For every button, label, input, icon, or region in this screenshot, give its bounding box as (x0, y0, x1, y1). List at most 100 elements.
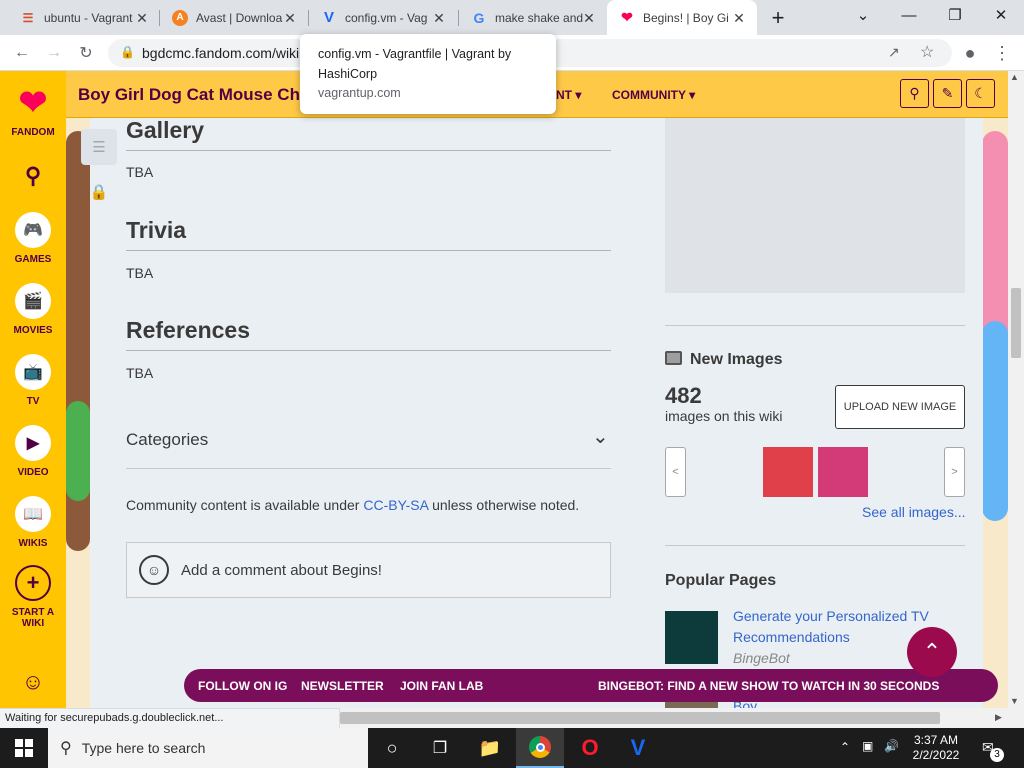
see-all-images-link[interactable]: See all images... (862, 504, 966, 520)
lock-protection-icon[interactable]: 🔒 (81, 174, 117, 210)
tab-vagrant[interactable]: V config.vm - Vag ✕ (309, 0, 457, 35)
tab-avast[interactable]: A Avast | Downloa ✕ (160, 0, 308, 35)
chrome-icon[interactable] (516, 728, 564, 768)
close-icon[interactable]: ✕ (134, 10, 150, 26)
bingebot-thumbnail[interactable] (665, 611, 718, 664)
menu-icon[interactable]: ⋮ (990, 41, 1014, 65)
toc-icon[interactable]: ☰ (81, 129, 117, 165)
new-tab-button[interactable]: + (764, 3, 792, 33)
rail-item-wikis[interactable]: 📖 WIKIS (0, 496, 66, 549)
rail-item-video[interactable]: ▶ VIDEO (0, 425, 66, 478)
file-explorer-icon[interactable]: 📁 (466, 728, 514, 768)
theme-toggle-button[interactable]: ☾ (966, 79, 995, 108)
popular-pages-heading: Popular Pages (665, 572, 777, 589)
tab-search-icon[interactable]: ⌄ (840, 0, 886, 30)
tab-begins[interactable]: ❤ Begins! | Boy Gi ✕ (607, 0, 757, 35)
close-icon[interactable]: ✕ (581, 10, 597, 26)
user-account-icon[interactable]: ☺ (0, 669, 66, 695)
image-icon (665, 351, 682, 365)
hover-card-title: config.vm - Vagrantfile | Vagrant by Has… (318, 47, 512, 81)
tab-hover-card: config.vm - Vagrantfile | Vagrant by Has… (300, 34, 556, 114)
google-icon: G (473, 9, 485, 26)
reload-button[interactable]: ↻ (74, 41, 98, 65)
ubuntu-icon: ☰ (22, 10, 34, 25)
bookmark-star-icon[interactable]: ☆ (920, 42, 934, 62)
vertical-scrollbar[interactable] (1008, 71, 1024, 708)
video-icon: ▶ (15, 425, 51, 461)
rail-label: WIKIS (18, 538, 48, 549)
nav-explore[interactable]: NT ▾ (556, 88, 581, 102)
wiki-title[interactable]: Boy Girl Dog Cat Mouse Cheese (78, 85, 300, 105)
games-icon: 🎮 (15, 212, 51, 248)
newsletter-link[interactable]: NEWSLETTER (301, 679, 384, 693)
opera-icon[interactable]: O (566, 728, 614, 768)
restore-button[interactable]: ❐ (932, 0, 978, 30)
wikis-icon: 📖 (15, 496, 51, 532)
scroll-down-arrow-icon[interactable]: ▼ (1010, 696, 1019, 706)
forward-button[interactable]: → (42, 41, 66, 65)
cortana-icon[interactable]: ○ (368, 728, 416, 768)
fan-lab-link[interactable]: JOIN FAN LAB (400, 679, 483, 693)
image-count-label: images on this wiki (665, 408, 783, 424)
carousel-next-button[interactable]: > (944, 447, 965, 497)
bingebot-link[interactable]: BINGEBOT: FIND A NEW SHOW TO WATCH IN 30… (598, 679, 939, 693)
minimize-button[interactable]: — (886, 0, 932, 30)
tray-chevron-icon[interactable]: ⌃ (840, 740, 850, 754)
task-view-icon[interactable]: ❐ (416, 728, 464, 768)
scroll-to-top-button[interactable]: ⌃ (907, 627, 957, 677)
rail-item-start-wiki[interactable]: + START A WIKI (0, 565, 66, 629)
section-text: TBA (126, 365, 154, 381)
fandom-bottom-banner: FOLLOW ON IG NEWSLETTER JOIN FAN LAB BIN… (184, 669, 998, 702)
upload-image-button[interactable]: UPLOAD NEW IMAGE (835, 385, 965, 429)
tab-google[interactable]: G make shake and ✕ (459, 0, 607, 35)
section-text: TBA (126, 164, 154, 180)
rail-item-movies[interactable]: 🎬 MOVIES (0, 283, 66, 336)
start-button[interactable] (0, 728, 48, 768)
search-icon: ⚲ (909, 85, 920, 101)
vagrant-icon: V (323, 9, 334, 26)
scrollbar-thumb[interactable] (1011, 288, 1021, 358)
categories-toggle[interactable]: Categories ⌄ (126, 420, 611, 469)
discussions-button[interactable]: ✎ (933, 79, 962, 108)
nav-community[interactable]: COMMUNITY ▾ (612, 88, 695, 102)
scroll-right-arrow-icon[interactable]: ▶ (995, 712, 1002, 723)
scrollbar-thumb[interactable] (340, 712, 940, 724)
rail-label: GAMES (14, 254, 52, 265)
fandom-logo[interactable]: ❤ FANDOM (0, 79, 66, 138)
rail-item-games[interactable]: 🎮 GAMES (0, 212, 66, 265)
popular-page-link[interactable]: Recommendations (733, 627, 850, 648)
license-link[interactable]: CC-BY-SA (363, 497, 428, 513)
divider (665, 545, 965, 546)
follow-ig-link[interactable]: FOLLOW ON IG (198, 679, 287, 693)
lock-icon[interactable]: 🔒 (120, 45, 135, 59)
windows-logo-icon (15, 739, 33, 757)
background-art (66, 401, 90, 501)
vagrant-taskbar-icon[interactable]: V (614, 728, 662, 768)
tab-ubuntu[interactable]: ☰ ubuntu - Vagrant ✕ (8, 0, 160, 35)
image-thumbnail[interactable] (818, 447, 868, 497)
volume-icon[interactable]: 🔊 (884, 739, 899, 753)
taskbar-search[interactable]: ⚲ Type here to search (48, 728, 368, 768)
movies-icon: 🎬 (15, 283, 51, 319)
popular-page-link[interactable]: Generate your Personalized TV (733, 606, 929, 627)
close-icon[interactable]: ✕ (731, 10, 747, 26)
close-icon[interactable]: ✕ (431, 10, 447, 26)
comment-box[interactable]: ☺ Add a comment about Begins! (126, 542, 611, 598)
search-button[interactable]: ⚲ (900, 79, 929, 108)
close-icon[interactable]: ✕ (282, 10, 298, 26)
global-search-icon[interactable]: ⚲ (0, 163, 66, 189)
carousel-prev-button[interactable]: < (665, 447, 686, 497)
taskbar-clock[interactable]: 3:37 AM 2/2/2022 (906, 733, 966, 763)
profile-icon[interactable]: ● (958, 41, 982, 65)
image-thumbnail[interactable] (763, 447, 813, 497)
rail-label: VIDEO (17, 467, 49, 478)
fandom-global-nav: ❤ FANDOM ⚲ 🎮 GAMES 🎬 MOVIES 📺 TV ▶ VIDEO… (0, 71, 66, 708)
network-icon[interactable]: ▣ (862, 739, 873, 753)
close-window-button[interactable]: ✕ (978, 0, 1024, 30)
back-button[interactable]: ← (10, 41, 34, 65)
divider (665, 325, 965, 326)
rail-item-tv[interactable]: 📺 TV (0, 354, 66, 407)
scroll-up-arrow-icon[interactable]: ▲ (1010, 72, 1019, 82)
share-icon[interactable]: ↗ (888, 44, 900, 61)
tab-strip: ☰ ubuntu - Vagrant ✕ A Avast | Downloa ✕… (0, 0, 1024, 35)
